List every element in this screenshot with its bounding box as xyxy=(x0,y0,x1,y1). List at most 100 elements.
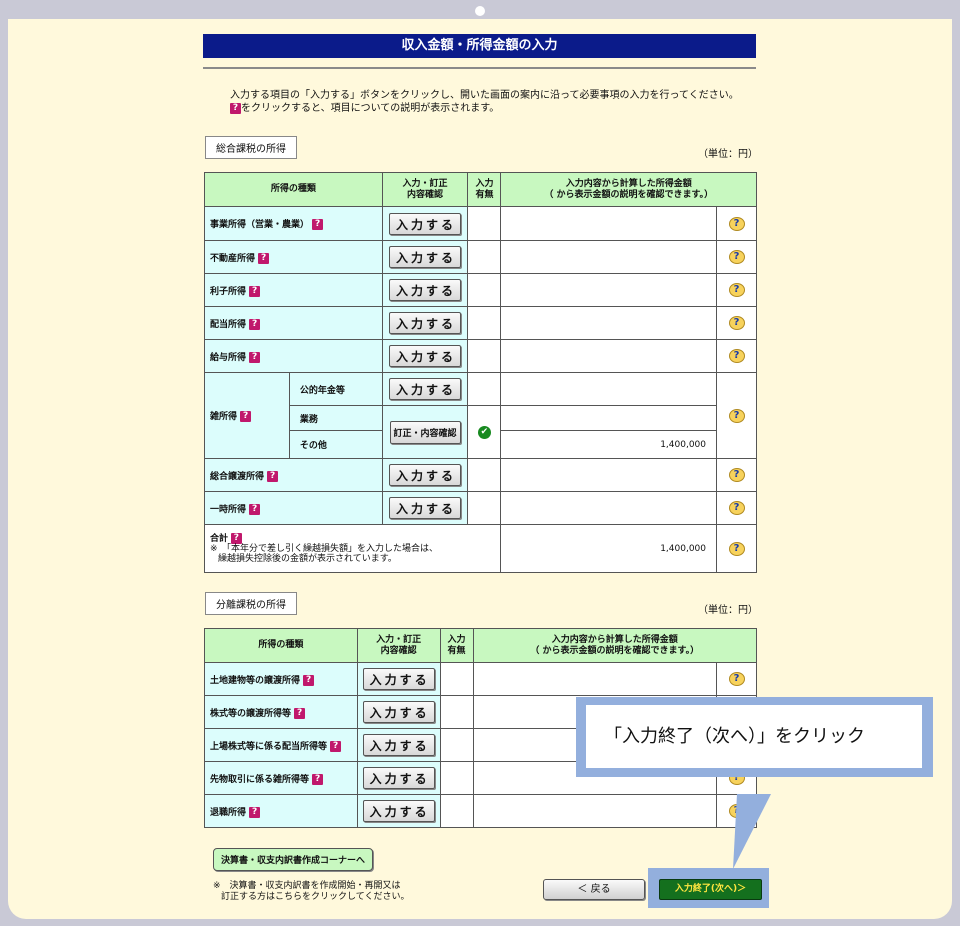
instructions: 入力する項目の「入力する」ボタンをクリックし、開いた画面の案内に沿って必要事項の… xyxy=(230,89,739,115)
row-entry-cell: 入力する xyxy=(356,695,441,729)
header-amount-text: 入力内容から計算した所得金額 （ から表示金額の説明を確認できます。） xyxy=(530,634,700,656)
input-button[interactable]: 入力する xyxy=(362,800,435,822)
amount-help-icon[interactable]: ? xyxy=(728,250,745,264)
input-button[interactable]: 入力する xyxy=(389,312,462,334)
row-label: 給与所得 ? xyxy=(204,339,383,373)
amount-help-icon[interactable]: ? xyxy=(728,408,745,423)
row-label-text: 先物取引に係る雑所得等 xyxy=(210,774,310,785)
help-icon[interactable]: ? xyxy=(249,351,261,363)
header-type: 所得の種類 xyxy=(204,172,383,207)
row-has-input xyxy=(467,240,502,274)
total-note1: ※ 「本年分で差し引く繰越損失額」を入力した場合は、 xyxy=(210,544,439,554)
row-has-input xyxy=(467,306,502,340)
row-label: 上場株式等に係る配当所得等 ? xyxy=(204,728,358,762)
amount-help-icon[interactable]: ? xyxy=(728,316,745,330)
amount-help-icon[interactable]: ? xyxy=(728,672,745,686)
row-has-input xyxy=(467,339,502,373)
header-entry: 入力・訂正 内容確認 xyxy=(381,172,469,207)
statement-corner-button[interactable]: 決算書・収支内訳書作成コーナーへ xyxy=(213,848,374,871)
input-button[interactable]: 入力する xyxy=(389,279,462,301)
row-has-input: ✔ xyxy=(467,405,502,459)
row-help-cell: ? xyxy=(716,372,757,459)
help-icon[interactable]: ? xyxy=(294,707,306,719)
help-icon[interactable]: ? xyxy=(249,285,261,297)
help-icon[interactable]: ? xyxy=(312,773,324,785)
row-label-text: 不動産所得 xyxy=(210,253,256,264)
input-button[interactable]: 入力する xyxy=(389,246,462,268)
header-has-input: 入力 有無 xyxy=(467,172,502,207)
help-icon[interactable]: ? xyxy=(230,533,242,544)
input-button[interactable]: 入力する xyxy=(389,212,462,235)
header-amount-text: 入力内容から計算した所得金額 （ から表示金額の説明を確認できます。） xyxy=(544,178,714,200)
footer-note2: 訂正する方はこちらをクリックしてください。 xyxy=(221,892,410,902)
total-label-cell: 合計 ? ※ 「本年分で差し引く繰越損失額」を入力した場合は、 繰越損失控除後の… xyxy=(203,524,502,573)
row-label: 事業所得（営業・農業） ? xyxy=(204,206,383,241)
footer-note: ※ 決算書・収支内訳書を作成開始・再開又は 訂正する方はこちらをクリックしてくだ… xyxy=(213,881,409,903)
help-icon[interactable]: ? xyxy=(267,470,279,482)
misc-label: 雑所得 ? xyxy=(204,372,290,459)
total-label: 合計 xyxy=(210,534,229,544)
row-help-cell: ? xyxy=(716,458,757,492)
amount-help-icon[interactable]: ? xyxy=(728,283,745,297)
help-icon[interactable]: ? xyxy=(312,219,324,230)
row-help-cell: ? xyxy=(716,273,757,307)
total-text: 合計 ? ※ 「本年分で差し引く繰越損失額」を入力した場合は、 繰越損失控除後の… xyxy=(205,533,500,564)
footer-note1: ※ 決算書・収支内訳書を作成開始・再開又は xyxy=(213,881,401,891)
row-label: 土地建物等の譲渡所得 ? xyxy=(204,662,358,696)
header-amount: 入力内容から計算した所得金額 （ から表示金額の説明を確認できます。） xyxy=(472,628,758,663)
row-entry-cell: 入力する xyxy=(381,491,469,525)
amount-help-icon[interactable]: ? xyxy=(728,501,745,515)
page: 収入金額・所得金額の入力 入力する項目の「入力する」ボタンをクリックし、開いた画… xyxy=(8,19,952,919)
help-icon[interactable]: ? xyxy=(258,252,270,264)
row-label: 先物取引に係る雑所得等 ? xyxy=(204,761,358,795)
input-button[interactable]: 入力する xyxy=(389,345,462,367)
row-has-input xyxy=(467,372,502,406)
section1-label: 総合課税の所得 xyxy=(205,136,297,159)
row-label: 株式等の譲渡所得等 ? xyxy=(204,695,358,729)
input-button[interactable]: 入力する xyxy=(389,497,462,519)
header-amount: 入力内容から計算した所得金額 （ から表示金額の説明を確認できます。） xyxy=(500,172,757,207)
section2-label: 分離課税の所得 xyxy=(205,592,297,615)
help-icon[interactable]: ? xyxy=(249,806,261,818)
input-button[interactable]: 入力する xyxy=(362,668,435,690)
total-note2: 繰越損失控除後の金額が表示されています。 xyxy=(218,554,397,564)
header-has-input: 入力 有無 xyxy=(439,628,474,663)
help-icon[interactable]: ? xyxy=(330,740,342,752)
edit-confirm-button[interactable]: 訂正・内容確認 xyxy=(389,420,461,444)
row-entry-cell: 入力する xyxy=(356,662,441,696)
amount-help-icon[interactable]: ? xyxy=(728,804,745,818)
row-amount xyxy=(500,372,718,406)
amount-help-icon[interactable]: ? xyxy=(728,349,745,363)
input-button[interactable]: 入力する xyxy=(362,767,435,789)
row-has-input xyxy=(467,491,502,525)
amount-help-icon[interactable]: ? xyxy=(728,216,745,231)
help-icon[interactable]: ? xyxy=(249,318,261,330)
amount-help-icon[interactable]: ? xyxy=(728,468,745,482)
row-label: 総合譲渡所得 ? xyxy=(204,458,383,492)
section1-table: 所得の種類 入力・訂正 内容確認 入力 有無 入力内容から計算した所得金額 （ … xyxy=(203,172,757,573)
row-entry-cell: 入力する xyxy=(356,794,441,828)
back-button[interactable]: ＜ 戻る xyxy=(543,879,645,900)
amount-help-icon[interactable]: ? xyxy=(728,541,745,556)
row-label-text: 土地建物等の譲渡所得 xyxy=(210,675,301,686)
input-button[interactable]: 入力する xyxy=(389,464,462,486)
help-icon[interactable]: ? xyxy=(303,674,315,686)
help-icon[interactable]: ? xyxy=(240,411,252,422)
row-label-text: 株式等の譲渡所得等 xyxy=(210,708,292,719)
total-value: 1,400,000 xyxy=(500,524,718,573)
row-has-input xyxy=(467,206,502,241)
row-amount xyxy=(500,240,718,274)
input-button[interactable]: 入力する xyxy=(362,734,435,756)
page-title: 収入金額・所得金額の入力 xyxy=(203,34,756,58)
input-button[interactable]: 入力する xyxy=(362,701,435,723)
row-label: 配当所得 ? xyxy=(204,306,383,340)
row-entry-cell: 入力する xyxy=(356,728,441,762)
row-label-text: 退職所得 xyxy=(210,807,247,818)
input-button[interactable]: 入力する xyxy=(389,378,462,400)
header-type: 所得の種類 xyxy=(204,628,358,663)
help-icon[interactable]: ? xyxy=(249,503,261,515)
window-frame: 収入金額・所得金額の入力 入力する項目の「入力する」ボタンをクリックし、開いた画… xyxy=(0,0,960,926)
row-entry-cell: 入力する xyxy=(381,240,469,274)
row-has-input xyxy=(439,761,474,795)
next-button[interactable]: 入力終了(次へ)＞ xyxy=(659,879,762,900)
